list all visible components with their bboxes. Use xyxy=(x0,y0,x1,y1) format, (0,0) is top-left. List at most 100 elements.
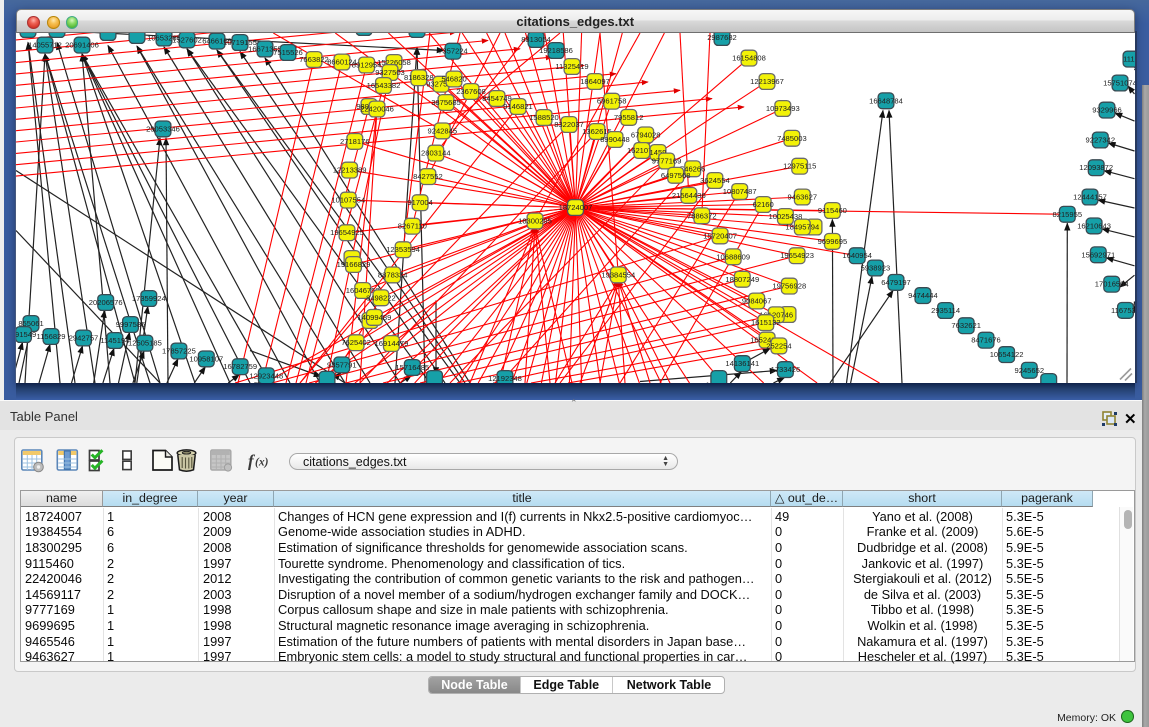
svg-text:7886372: 7886372 xyxy=(687,211,717,220)
svg-text:6479197: 6479197 xyxy=(881,277,911,286)
svg-text:391549: 391549 xyxy=(16,330,36,339)
svg-text:12213389: 12213389 xyxy=(333,165,367,174)
svg-text:14136141: 14136141 xyxy=(725,359,759,368)
svg-text:12192348: 12192348 xyxy=(488,374,522,383)
svg-text:9777169: 9777169 xyxy=(652,156,682,165)
svg-text:(x): (x) xyxy=(255,457,269,469)
svg-text:252254: 252254 xyxy=(766,341,791,350)
svg-text:2803144: 2803144 xyxy=(421,148,451,157)
svg-text:16210643: 16210643 xyxy=(1077,221,1111,230)
svg-text:9245652: 9245652 xyxy=(1015,365,1045,374)
svg-text:9146821: 9146821 xyxy=(503,102,533,111)
svg-text:2942757: 2942757 xyxy=(69,333,99,342)
svg-text:14055712: 14055712 xyxy=(28,40,62,49)
svg-text:1615132: 1615132 xyxy=(751,318,781,327)
svg-text:8813054: 8813054 xyxy=(521,35,551,44)
svg-text:6497568: 6497568 xyxy=(661,170,691,179)
svg-text:6961758: 6961758 xyxy=(597,96,627,105)
svg-text:10958107: 10958107 xyxy=(189,354,223,363)
svg-text:1145194: 1145194 xyxy=(100,336,129,345)
svg-text:12505185: 12505185 xyxy=(128,338,162,347)
svg-text:1156829: 1156829 xyxy=(37,332,66,341)
svg-text:1640954: 1640954 xyxy=(842,251,872,260)
svg-text:9474444: 9474444 xyxy=(908,291,938,300)
svg-text:917004: 917004 xyxy=(407,198,432,207)
svg-text:12213967: 12213967 xyxy=(750,77,784,86)
svg-text:546820: 546820 xyxy=(441,74,466,83)
svg-text:8990448: 8990448 xyxy=(600,135,630,144)
svg-text:19166829: 19166829 xyxy=(337,260,371,269)
svg-text:8471676: 8471676 xyxy=(971,335,1001,344)
svg-text:2935114: 2935114 xyxy=(931,306,960,315)
svg-text:16154808: 16154808 xyxy=(732,53,766,62)
svg-text:10807487: 10807487 xyxy=(723,187,757,196)
svg-text:9115460: 9115460 xyxy=(818,206,847,215)
svg-text:1864097: 1864097 xyxy=(580,77,610,86)
svg-text:7625402: 7625402 xyxy=(341,338,371,347)
svg-text:19756928: 19756928 xyxy=(772,281,806,290)
svg-text:19218586: 19218586 xyxy=(539,46,573,55)
svg-text:5938923: 5938923 xyxy=(861,263,891,272)
svg-text:1167537: 1167537 xyxy=(1111,305,1135,314)
svg-text:7955812: 7955812 xyxy=(614,112,644,121)
svg-text:1527602: 1527602 xyxy=(172,35,202,44)
svg-text:1112: 1112 xyxy=(1123,54,1134,63)
svg-text:10654122: 10654122 xyxy=(990,350,1024,359)
svg-text:22420046: 22420046 xyxy=(360,104,394,113)
svg-text:20206576: 20206576 xyxy=(89,298,123,307)
svg-text:8427552: 8427552 xyxy=(413,172,443,181)
svg-text:19654923: 19654923 xyxy=(780,251,814,260)
svg-text:8322037: 8322037 xyxy=(554,120,584,129)
svg-text:17359924: 17359924 xyxy=(132,294,166,303)
svg-text:2987682: 2987682 xyxy=(707,33,737,42)
svg-text:15692971: 15692971 xyxy=(1081,250,1115,259)
svg-text:8215955: 8215955 xyxy=(1053,209,1083,218)
svg-text:9997586: 9997586 xyxy=(116,320,146,329)
svg-text:9327503: 9327503 xyxy=(375,68,405,77)
svg-text:12093872: 12093872 xyxy=(1079,163,1113,172)
svg-text:19384554: 19384554 xyxy=(601,270,635,279)
svg-text:2718176: 2718176 xyxy=(340,136,370,145)
svg-text:9242845: 9242845 xyxy=(428,126,458,135)
svg-text:18724007: 18724007 xyxy=(559,203,593,212)
svg-text:12975115: 12975115 xyxy=(783,161,816,170)
svg-text:21564436: 21564436 xyxy=(672,190,706,199)
svg-text:1733426: 1733426 xyxy=(771,365,801,374)
svg-text:17016504: 17016504 xyxy=(1095,279,1129,288)
svg-text:19654925: 19654925 xyxy=(330,228,364,237)
svg-text:10107554: 10107554 xyxy=(331,195,365,204)
svg-text:8878334: 8878334 xyxy=(378,270,408,279)
svg-text:12353594: 12353594 xyxy=(386,245,420,254)
svg-text:9084067: 9084067 xyxy=(742,296,772,305)
svg-text:10688609: 10688609 xyxy=(716,252,750,261)
svg-text:7357224: 7357224 xyxy=(438,46,468,55)
svg-text:18495794: 18495794 xyxy=(785,222,819,231)
svg-text:16648784: 16648784 xyxy=(869,96,903,105)
svg-text:7485003: 7485003 xyxy=(777,133,807,142)
svg-text:29053346: 29053346 xyxy=(146,124,180,133)
svg-text:9699695: 9699695 xyxy=(818,236,848,245)
svg-text:3875685: 3875685 xyxy=(431,98,461,107)
svg-text:9857791: 9857791 xyxy=(327,360,357,369)
svg-text:9463627: 9463627 xyxy=(788,192,818,201)
svg-text:6794028: 6794028 xyxy=(631,130,661,139)
svg-text:15751074: 15751074 xyxy=(1103,78,1134,87)
svg-text:16782759: 16782759 xyxy=(223,362,257,371)
svg-text:20691406: 20691406 xyxy=(65,40,99,49)
svg-text:12444157: 12444157 xyxy=(1073,192,1107,201)
svg-text:62160: 62160 xyxy=(753,200,774,209)
svg-text:12923448: 12923448 xyxy=(249,371,283,380)
svg-text:16033809: 16033809 xyxy=(400,33,434,34)
svg-text:18807249: 18807249 xyxy=(725,274,759,283)
svg-text:14099489: 14099489 xyxy=(358,312,392,321)
svg-text:11325419: 11325419 xyxy=(555,62,588,71)
svg-text:10973493: 10973493 xyxy=(766,104,800,113)
svg-text:15720407: 15720407 xyxy=(703,231,737,240)
svg-text:18300295: 18300295 xyxy=(518,216,552,225)
svg-text:7663822: 7663822 xyxy=(299,55,329,64)
svg-text:9329966: 9329966 xyxy=(1092,105,1122,114)
svg-text:16914479: 16914479 xyxy=(375,339,409,348)
svg-text:16543382: 16543382 xyxy=(367,81,401,90)
svg-text:15716485: 15716485 xyxy=(395,363,429,372)
svg-text:8267110: 8267110 xyxy=(398,221,427,230)
